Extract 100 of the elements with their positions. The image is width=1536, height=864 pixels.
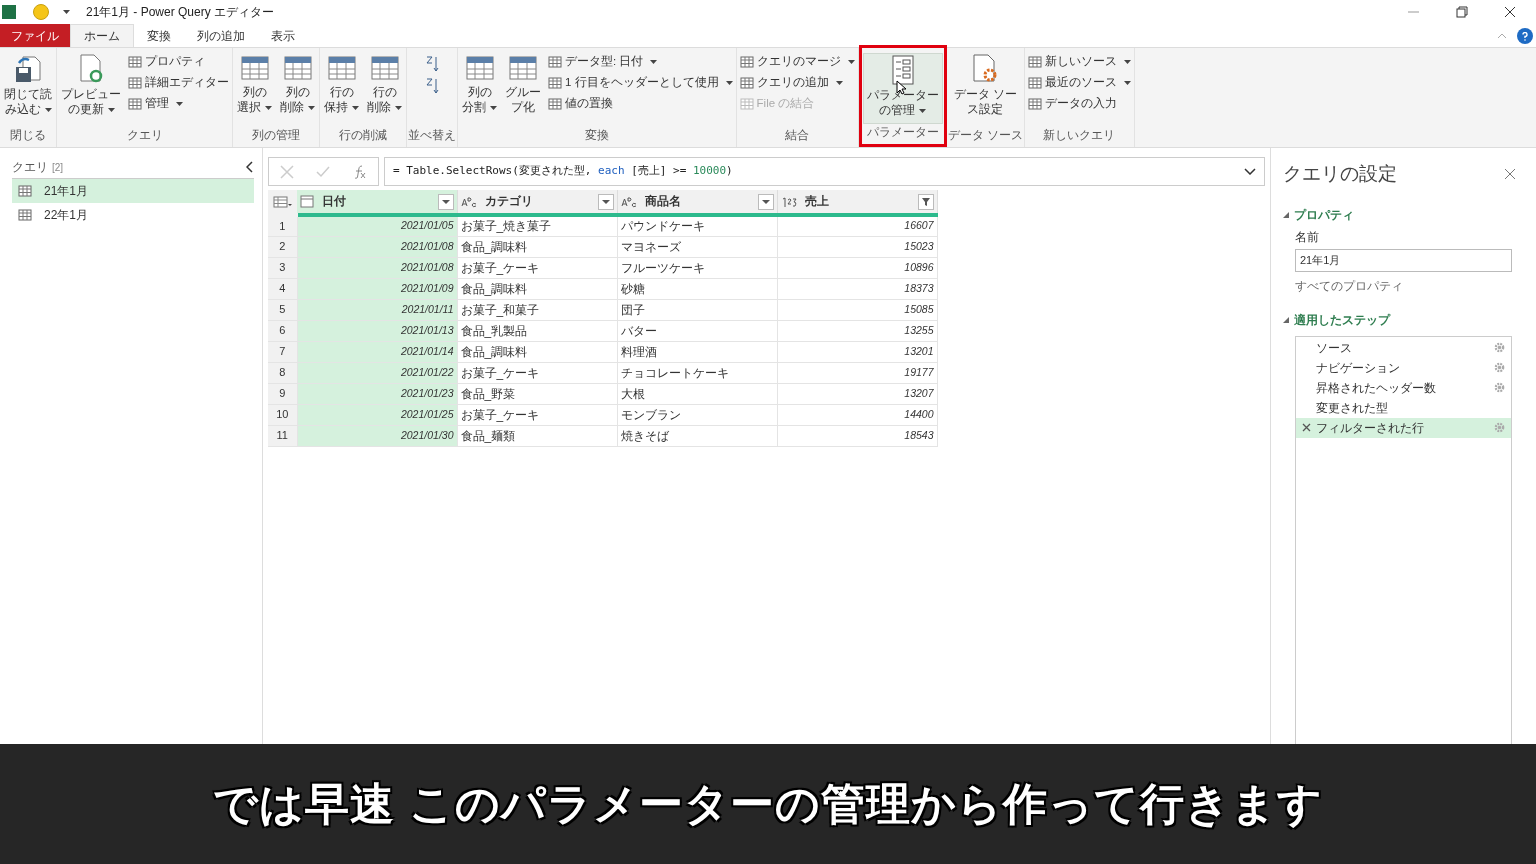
check-icon[interactable] <box>316 165 331 178</box>
ribbon-small-button[interactable]: 詳細エディター <box>128 74 229 92</box>
ribbon-small-button[interactable]: 1 行目をヘッダーとして使用 <box>548 74 733 92</box>
table-cell: 焼きそば <box>617 425 777 446</box>
dropdown-caret-icon[interactable] <box>63 10 70 14</box>
ribbon-button[interactable]: 行の 削除 <box>364 53 405 124</box>
field-label: 名前 <box>1295 228 1320 246</box>
pane-title: クエリ <box>12 159 48 176</box>
ribbon-small-button[interactable]: データ型: 日付 <box>548 53 733 71</box>
table-icon <box>739 55 754 69</box>
table-menu-icon[interactable] <box>272 195 293 208</box>
help-icon[interactable] <box>1517 28 1533 44</box>
step-item[interactable]: ソース <box>1296 337 1511 358</box>
file-tab[interactable]: ファイル <box>0 24 70 47</box>
table-cell: 食品_調味料 <box>457 341 617 362</box>
table-cell: 18543 <box>777 425 937 446</box>
ribbon-button[interactable]: 列の 分割 <box>459 53 500 124</box>
ribbon-tab[interactable]: 列の追加 <box>184 24 258 47</box>
dropdown-icon[interactable] <box>597 193 614 210</box>
table-icon <box>128 76 142 90</box>
ribbon-button[interactable]: 列の 削除 <box>277 53 318 124</box>
row-number: 6 <box>268 320 297 341</box>
dropdown-icon[interactable] <box>437 193 454 210</box>
close-icon[interactable] <box>1504 6 1516 18</box>
row-number: 8 <box>268 362 297 383</box>
table-cell: 15085 <box>777 299 937 320</box>
step-item[interactable]: 変更された型 <box>1296 397 1511 418</box>
collapse-icon[interactable] <box>246 161 254 173</box>
table-icon <box>548 97 562 111</box>
ribbon-group-label: 並べ替え <box>408 128 456 143</box>
table-cell: 食品_麺類 <box>457 425 617 446</box>
ribbon-tab[interactable]: ホーム <box>70 24 134 47</box>
table-cell: 大根 <box>617 383 777 404</box>
section-heading: プロパティ <box>1294 206 1354 224</box>
step-item[interactable]: 昇格されたヘッダー数 <box>1296 377 1511 398</box>
table-cell: 13201 <box>777 341 937 362</box>
pane-title: クエリの設定 <box>1283 162 1397 186</box>
row-number: 5 <box>268 299 297 320</box>
table-cell: 16607 <box>777 215 937 236</box>
column-header[interactable]: 日付 <box>297 190 457 215</box>
ribbon-small-button[interactable]: クエリのマージ <box>739 53 855 71</box>
ribbon-small-button[interactable]: データの入力 <box>1027 95 1131 113</box>
query-item[interactable]: 22年1月 <box>12 203 254 227</box>
table-icon <box>1027 55 1042 69</box>
filter-icon[interactable] <box>917 193 934 210</box>
collapse-triangle-icon[interactable] <box>1283 316 1289 323</box>
ribbon-group-label: データ ソース <box>947 128 1023 143</box>
ribbon-small-button[interactable]: 値の置換 <box>548 95 733 113</box>
ribbon-small-button[interactable]: クエリの追加 <box>739 74 855 92</box>
table-icon <box>18 184 32 198</box>
table-icon <box>128 97 142 111</box>
ribbon-tab[interactable]: 変換 <box>134 24 184 47</box>
table-icon <box>548 76 562 90</box>
name-field[interactable]: 21年1月 <box>1295 248 1512 272</box>
ribbon-group-label: 結合 <box>785 128 810 143</box>
ribbon-small-button[interactable]: 最近のソース <box>1027 74 1131 92</box>
query-count: [2] <box>52 161 64 175</box>
section-heading: 適用したステップ <box>1294 311 1390 329</box>
ribbon-button[interactable]: 行の 保持 <box>321 53 362 124</box>
sort-descending-icon[interactable] <box>424 77 440 95</box>
table-cell: 10896 <box>777 257 937 278</box>
expand-icon[interactable] <box>1244 168 1256 175</box>
query-item[interactable]: 21年1月 <box>12 179 254 203</box>
row-number: 1 <box>268 215 297 236</box>
step-item[interactable]: フィルターされた行 <box>1296 417 1511 438</box>
ribbon-small-button[interactable]: 新しいソース <box>1027 53 1131 71</box>
ribbon-button[interactable]: パラメーター の管理 <box>862 53 943 124</box>
column-header[interactable]: 商品名 <box>617 190 777 215</box>
all-properties-link[interactable]: すべてのプロパティ <box>1295 276 1512 295</box>
table-cell: 料理酒 <box>617 341 777 362</box>
table-cell: お菓子_ケーキ <box>457 257 617 278</box>
table-cell: 食品_野菜 <box>457 383 617 404</box>
restore-icon[interactable] <box>1456 6 1468 18</box>
ribbon-button[interactable]: データ ソー ス設定 <box>950 53 1020 124</box>
column-header[interactable]: カテゴリ <box>457 190 617 215</box>
table-icon <box>1027 97 1042 111</box>
dropdown-icon[interactable] <box>757 193 774 210</box>
ribbon-button[interactable]: プレビュー の更新 <box>58 53 124 124</box>
sort-ascending-icon[interactable] <box>424 55 440 73</box>
formula-field[interactable]: = Table.SelectRows(変更された型, each [売上] >= 10000) <box>384 157 1265 186</box>
table-cell: 13255 <box>777 320 937 341</box>
table-icon <box>508 53 538 83</box>
app-icon[interactable] <box>1 4 17 20</box>
table-icon <box>1027 76 1042 90</box>
ribbon-button[interactable]: グルー プ化 <box>502 53 544 124</box>
function-icon[interactable] <box>352 164 367 179</box>
step-item[interactable]: ナビゲーション <box>1296 357 1511 378</box>
table-icon <box>326 53 357 83</box>
ribbon-small-button[interactable]: 管理 <box>128 95 229 113</box>
table-cell: 14400 <box>777 404 937 425</box>
delete-icon[interactable] <box>1302 423 1311 432</box>
ribbon-button[interactable]: 列の 選択 <box>234 53 275 124</box>
ribbon-tab[interactable]: 表示 <box>258 24 308 47</box>
ribbon-group-label: 列の管理 <box>252 128 300 143</box>
ribbon-button[interactable]: 閉じて読 み込む <box>1 53 55 124</box>
column-header[interactable]: 売上 <box>777 190 937 215</box>
table-cell: 食品_乳製品 <box>457 320 617 341</box>
ribbon-small-button[interactable]: プロパティ <box>128 53 229 71</box>
ribbon-group-label: 行の削減 <box>339 128 387 143</box>
collapse-triangle-icon[interactable] <box>1283 211 1289 218</box>
